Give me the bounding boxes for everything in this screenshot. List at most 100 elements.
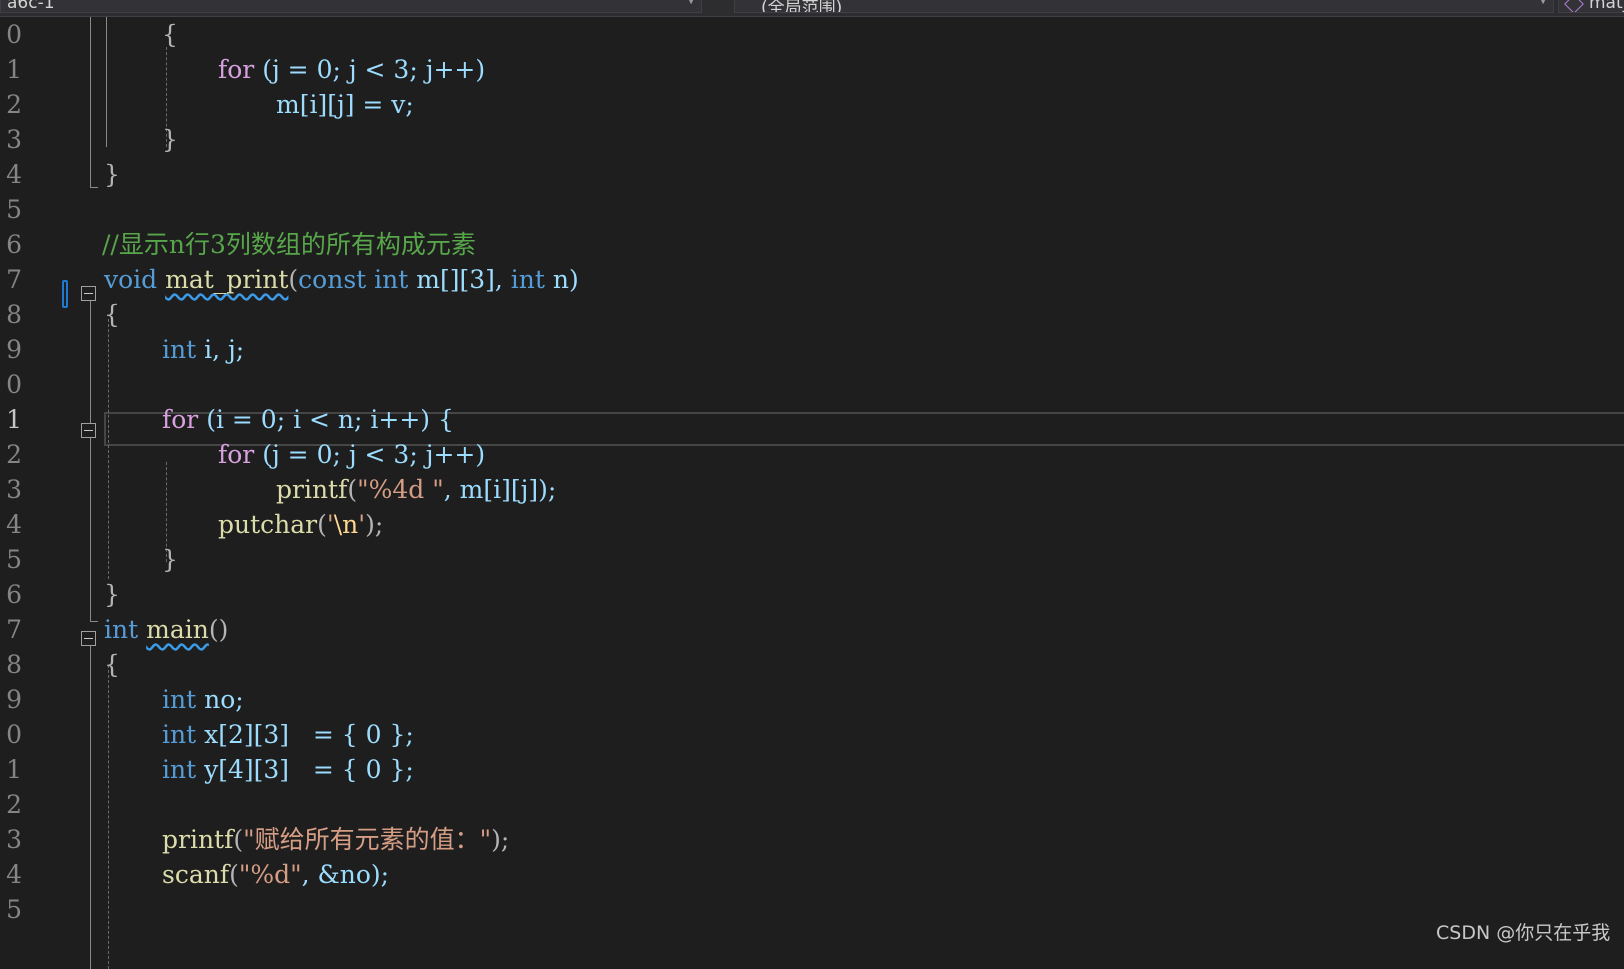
function-call: printf	[162, 825, 234, 854]
code-text: (j = 0; j < 3; j++)	[262, 440, 486, 469]
code-line: int i, j;	[162, 332, 244, 368]
line-number: 4	[6, 160, 22, 189]
code-text: (j = 0; j < 3; j++)	[262, 55, 486, 84]
code-text: y[4][3] = { 0 };	[204, 755, 414, 784]
text-cursor	[62, 280, 68, 308]
keyword-int: int	[162, 720, 197, 749]
line-number: 5	[6, 895, 22, 924]
line-number: 3	[6, 825, 22, 854]
code-line: }	[162, 122, 178, 158]
indent-guide	[108, 319, 109, 579]
code-text: );	[491, 825, 510, 854]
code-text: m[i][j] = v;	[276, 90, 414, 119]
keyword-const: const	[298, 265, 367, 294]
line-number: 6	[6, 230, 22, 259]
line-number: 3	[6, 125, 22, 154]
code-line: int y[4][3] = { 0 };	[162, 752, 414, 788]
line-number: 7	[6, 265, 22, 294]
function-call: putchar	[218, 510, 318, 539]
code-text: );	[365, 510, 384, 539]
code-line: for (j = 0; j < 3; j++)	[218, 52, 485, 88]
line-number: 5	[6, 545, 22, 574]
code-line: }	[162, 542, 178, 578]
code-line: for (j = 0; j < 3; j++)	[218, 437, 485, 473]
code-text: m[][3],	[416, 265, 503, 294]
chevron-down-icon: ▼	[687, 0, 695, 6]
code-line: putchar('\n');	[218, 507, 383, 543]
keyword-int: int	[162, 685, 197, 714]
scope-dropdown[interactable]: (全局范围) ▼	[734, 0, 1554, 13]
scope-label: (全局范围)	[761, 0, 843, 13]
function-call: printf	[276, 475, 348, 504]
code-line: {	[104, 647, 120, 683]
collapse-toggle-main[interactable]	[81, 631, 96, 646]
outline-bar	[90, 17, 91, 187]
paren: (	[317, 510, 327, 539]
code-line: int x[2][3] = { 0 };	[162, 717, 414, 753]
line-number: 3	[6, 475, 22, 504]
string-literal: "%d"	[238, 860, 302, 889]
code-line: int no;	[162, 682, 244, 718]
watermark: CSDN @你只在乎我	[1436, 922, 1611, 944]
collapse-toggle-mat-print[interactable]	[81, 286, 96, 301]
code-text: i, j;	[204, 335, 245, 364]
code-line: int main()	[104, 612, 228, 648]
code-line: void mat_print(const int m[][3], int n)	[104, 262, 579, 298]
collapse-toggle-for-loop[interactable]	[81, 423, 96, 438]
keyword-for: for	[218, 440, 255, 469]
paren: (	[229, 860, 239, 889]
member-dropdown[interactable]: mat_	[1558, 0, 1624, 13]
line-number: 0	[6, 370, 22, 399]
code-text: (i = 0; i < n; i++) {	[206, 405, 454, 434]
line-number: 8	[6, 650, 22, 679]
line-number: 9	[6, 335, 22, 364]
code-line: }	[104, 577, 120, 613]
code-text: , m[i][j]);	[443, 475, 557, 504]
code-line: printf("%4d ", m[i][j]);	[276, 472, 556, 508]
outline-bar	[90, 635, 91, 969]
brace: }	[162, 545, 178, 574]
code-line-current: for (i = 0; i < n; i++) {	[162, 402, 454, 438]
line-number: 5	[6, 195, 22, 224]
chevron-down-icon: ▼	[1539, 0, 1547, 6]
line-number: 2	[6, 440, 22, 469]
brace: }	[104, 580, 120, 609]
code-line: scanf("%d", &no);	[162, 857, 389, 893]
comment: //显示n行3列数组的所有构成元素	[102, 230, 476, 259]
code-line: {	[162, 17, 178, 53]
keyword-for: for	[218, 55, 255, 84]
string-literal: "%4d "	[357, 475, 444, 504]
keyword-int: int	[162, 755, 197, 784]
line-number: 9	[6, 685, 22, 714]
paren: ()	[208, 615, 229, 644]
keyword-int: int	[374, 265, 409, 294]
code-line: m[i][j] = v;	[276, 87, 414, 123]
line-number: 7	[6, 615, 22, 644]
code-text: x[2][3] = { 0 };	[204, 720, 414, 749]
function-name: main	[146, 615, 209, 644]
keyword-int: int	[510, 265, 545, 294]
function-name: mat_print	[165, 265, 289, 294]
project-label: a6c-1	[7, 0, 55, 13]
line-number: 2	[6, 90, 22, 119]
line-number: 1	[6, 55, 22, 84]
code-text: , &no);	[301, 860, 390, 889]
line-number-current: 1	[6, 405, 22, 434]
char-quote: '	[326, 510, 334, 539]
line-number: 0	[6, 20, 22, 49]
line-number: 6	[6, 580, 22, 609]
function-call: scanf	[162, 860, 230, 889]
project-dropdown[interactable]: a6c-1 ▼	[0, 0, 702, 13]
function-cube-icon	[1564, 0, 1584, 12]
keyword-for: for	[162, 405, 199, 434]
line-number: 1	[6, 755, 22, 784]
escape-sequence: \n	[333, 510, 359, 539]
code-editor[interactable]: 0 1 2 3 4 5 6 7 8 9 0 1 2 3 4 5 6 7 8 9 …	[0, 17, 1624, 969]
keyword-int: int	[104, 615, 139, 644]
brace: {	[104, 650, 120, 679]
string-literal: "赋给所有元素的值："	[243, 825, 492, 854]
paren: (	[288, 265, 299, 294]
member-label: mat_	[1589, 0, 1624, 13]
brace: {	[162, 20, 178, 49]
code-text: no;	[204, 685, 244, 714]
